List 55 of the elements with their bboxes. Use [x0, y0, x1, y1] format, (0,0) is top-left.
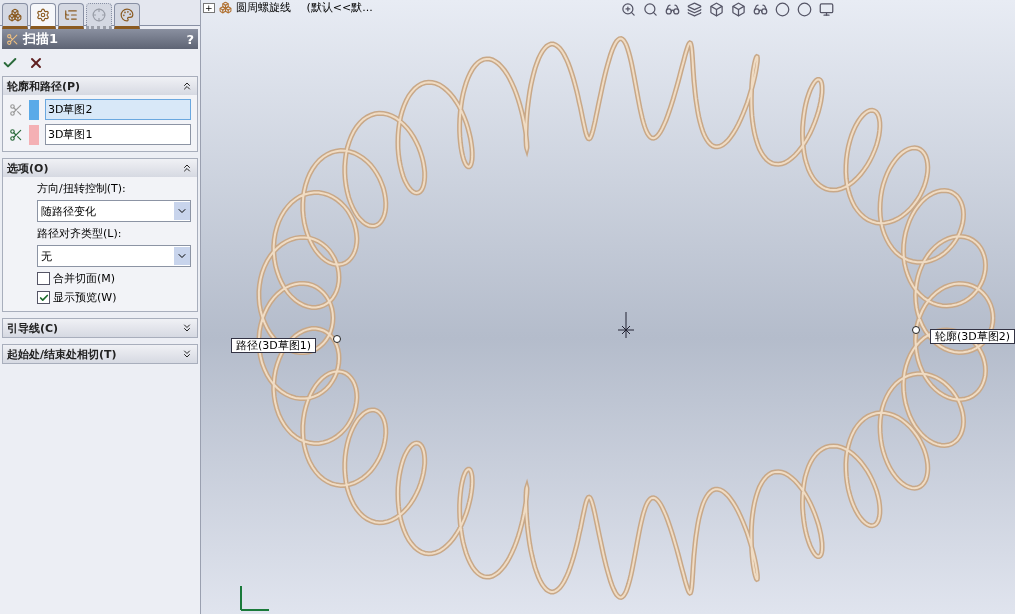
toolbar-icon[interactable]	[709, 2, 724, 17]
toolbar-icon[interactable]	[797, 2, 812, 17]
section-title: 选项(O)	[7, 160, 49, 176]
selection-type-icon	[9, 127, 23, 142]
toolbar-icon[interactable]	[731, 2, 746, 17]
collapse-icon	[181, 162, 193, 174]
dropdown[interactable]: 随路径变化	[37, 200, 191, 222]
crosshair-icon	[92, 8, 106, 22]
section-title: 起始处/结束处相切(T)	[7, 346, 117, 362]
panel-tab[interactable]	[2, 3, 28, 29]
panel-tab[interactable]	[30, 3, 56, 29]
toolbar-icon[interactable]	[753, 2, 768, 17]
panel-tab[interactable]	[58, 3, 84, 29]
panel-tab[interactable]	[114, 3, 140, 29]
selection-field[interactable]: 3D草图2	[45, 99, 191, 120]
field-label: 路径对齐类型(L):	[37, 226, 123, 241]
callout-label: 轮廓(3D草图2)	[929, 329, 1015, 344]
part-name: 圆周螺旋线	[235, 0, 291, 15]
parts-icon	[8, 8, 22, 22]
toolbar-icon[interactable]	[643, 2, 658, 17]
palette-icon	[120, 8, 134, 22]
feature-title: 扫描1	[23, 30, 60, 48]
toolbar-icon[interactable]	[687, 2, 702, 17]
callout-pin-icon	[333, 335, 341, 343]
origin-icon	[616, 310, 636, 340]
configuration-name: (默认<<默...	[306, 0, 373, 15]
section-header[interactable]: 轮廓和路径(P)	[3, 77, 197, 95]
help-button[interactable]: ?	[186, 31, 194, 47]
checkbox[interactable]	[37, 291, 50, 304]
expand-icon	[181, 322, 193, 334]
toolbar-icon[interactable]	[775, 2, 790, 17]
expand-toggle[interactable]: +	[203, 2, 215, 13]
selection-type-icon	[9, 102, 23, 117]
callout-pin-icon	[912, 326, 920, 334]
toolbar-icon[interactable]	[819, 2, 834, 17]
section-header[interactable]: 起始处/结束处相切(T)	[3, 345, 197, 363]
field-label: 方向/扭转控制(T):	[37, 181, 127, 196]
section-title: 轮廓和路径(P)	[7, 78, 81, 94]
gear-icon	[36, 8, 50, 22]
checkbox-label: 显示预览(W)	[53, 290, 117, 305]
tree-icon	[64, 8, 78, 22]
section-header[interactable]: 选项(O)	[3, 159, 197, 177]
callout-label: 路径(3D草图1)	[231, 338, 317, 353]
part-icon	[218, 1, 232, 14]
expand-icon	[181, 348, 193, 360]
dropdown[interactable]: 无	[37, 245, 191, 267]
toolbar-icon[interactable]	[621, 2, 636, 17]
section-header[interactable]: 引导线(C)	[3, 319, 197, 337]
toolbar-icon[interactable]	[665, 2, 680, 17]
selection-field[interactable]: 3D草图1	[45, 124, 191, 145]
checkbox[interactable]	[37, 272, 50, 285]
cancel-button[interactable]	[28, 55, 44, 71]
collapse-icon	[181, 80, 193, 92]
section-title: 引导线(C)	[7, 320, 59, 336]
checkbox-label: 合并切面(M)	[53, 271, 116, 286]
